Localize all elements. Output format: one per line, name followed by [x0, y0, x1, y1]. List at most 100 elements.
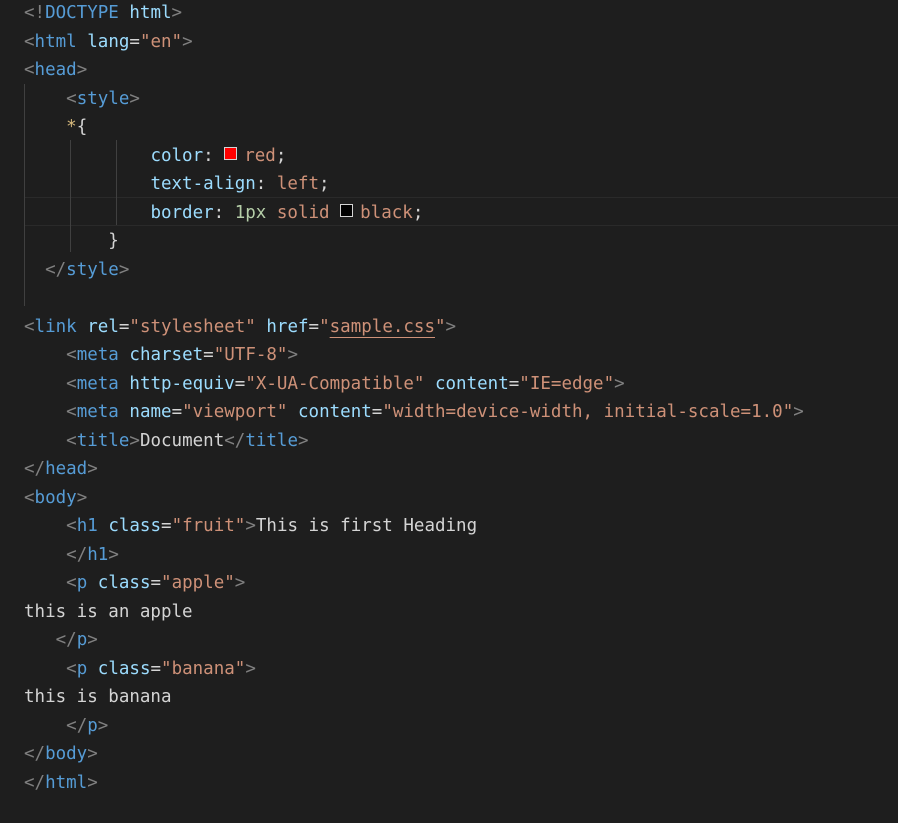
- code-line[interactable]: *{: [24, 113, 87, 142]
- code-line[interactable]: </h1>: [24, 541, 119, 570]
- code-token: body: [45, 744, 88, 764]
- code-line[interactable]: color: red;: [24, 142, 286, 171]
- code-line[interactable]: <meta http-equiv="X-UA-Compatible" conte…: [24, 370, 625, 399]
- code-token: =: [129, 31, 140, 52]
- code-token: </: [24, 459, 46, 479]
- code-line[interactable]: <p class="apple">: [24, 569, 245, 598]
- code-token: <!: [24, 3, 46, 23]
- code-token: "banana": [161, 658, 246, 679]
- code-line[interactable]: <p class="banana">: [24, 655, 256, 684]
- code-line[interactable]: }: [24, 227, 119, 256]
- code-token: >: [445, 316, 457, 337]
- code-token: "fruit": [171, 516, 246, 536]
- code-token: <: [24, 31, 35, 52]
- code-token: ": [319, 316, 330, 337]
- code-token: {: [76, 117, 88, 137]
- code-token: red: [244, 145, 276, 166]
- code-line[interactable]: </style>: [24, 256, 129, 285]
- code-token: <: [24, 60, 35, 80]
- code-token: h1: [76, 516, 98, 536]
- code-token: :: [203, 145, 225, 166]
- code-line[interactable]: </head>: [24, 455, 98, 484]
- code-token: >: [298, 430, 309, 451]
- code-token: html: [45, 772, 88, 793]
- code-token: black: [360, 202, 413, 223]
- code-token: title: [76, 430, 130, 451]
- code-token: </: [66, 715, 88, 736]
- code-token: ;: [275, 145, 287, 166]
- code-line[interactable]: text-align: left;: [24, 170, 329, 199]
- code-token: p: [76, 658, 88, 679]
- code-line[interactable]: <!DOCTYPE html>: [24, 0, 182, 28]
- code-token: >: [182, 31, 193, 52]
- code-token: content: [434, 373, 509, 394]
- code-token: style: [76, 88, 130, 109]
- code-token: meta: [76, 373, 119, 394]
- code-line[interactable]: </html>: [24, 769, 98, 798]
- code-line[interactable]: </p>: [24, 626, 98, 655]
- code-line[interactable]: this is banana: [24, 683, 172, 712]
- code-line[interactable]: <body>: [24, 484, 87, 513]
- code-token: p: [87, 715, 98, 736]
- code-token: h1: [87, 544, 109, 565]
- code-token: <: [66, 573, 77, 593]
- code-token: <: [66, 345, 77, 365]
- code-token: this is banana: [24, 687, 172, 707]
- code-token: <: [66, 88, 77, 109]
- code-token: </: [224, 430, 246, 451]
- code-token: meta: [76, 345, 119, 365]
- code-token: "IE=edge": [519, 373, 615, 394]
- code-token: class: [97, 573, 151, 593]
- code-token: title: [245, 430, 298, 451]
- code-line[interactable]: </body>: [24, 740, 98, 769]
- code-token: "en": [139, 31, 183, 52]
- color-swatch-icon[interactable]: [224, 147, 238, 160]
- code-token: >: [234, 573, 246, 593]
- code-token: =: [171, 402, 183, 422]
- code-token: sample.css: [329, 316, 435, 337]
- code-token: </: [24, 744, 46, 764]
- code-token: <: [66, 402, 77, 422]
- code-token: =: [234, 373, 246, 394]
- code-line[interactable]: <title>Document</title>: [24, 427, 309, 456]
- code-line[interactable]: border: 1px solid black;: [24, 199, 423, 228]
- code-token: "apple": [161, 573, 235, 593]
- code-line[interactable]: <head>: [24, 56, 87, 85]
- code-token: >: [87, 630, 98, 650]
- code-token: </: [55, 630, 77, 650]
- code-token: =: [203, 345, 214, 365]
- code-line[interactable]: <html lang="en">: [24, 28, 193, 57]
- code-token: <: [66, 373, 77, 394]
- code-token: >: [108, 544, 119, 565]
- code-token: =: [150, 658, 162, 679]
- code-token: head: [45, 459, 88, 479]
- code-line[interactable]: <style>: [24, 85, 140, 114]
- code-line[interactable]: </p>: [24, 712, 108, 741]
- code-token: "X-UA-Compatible": [245, 373, 425, 394]
- color-swatch-icon[interactable]: [340, 204, 354, 217]
- code-token: body: [34, 487, 77, 508]
- code-token: color: [150, 145, 204, 166]
- code-line[interactable]: <link rel="stylesheet" href="sample.css"…: [24, 313, 456, 342]
- code-token: This is first Heading: [255, 516, 478, 536]
- code-token: 1px: [234, 202, 267, 223]
- code-editor[interactable]: <!DOCTYPE html> <html lang="en"> <head> <s…: [0, 0, 898, 823]
- code-token: p: [76, 630, 88, 650]
- code-line[interactable]: <h1 class="fruit">This is first Heading: [24, 512, 477, 541]
- code-line[interactable]: this is an apple: [24, 598, 193, 627]
- code-token: >: [97, 715, 109, 736]
- code-line[interactable]: <meta name="viewport" content="width=dev…: [24, 398, 804, 427]
- code-token: >: [245, 658, 256, 679]
- code-token: link: [34, 316, 77, 337]
- code-line[interactable]: <meta charset="UTF-8">: [24, 341, 298, 370]
- code-token: head: [34, 60, 77, 80]
